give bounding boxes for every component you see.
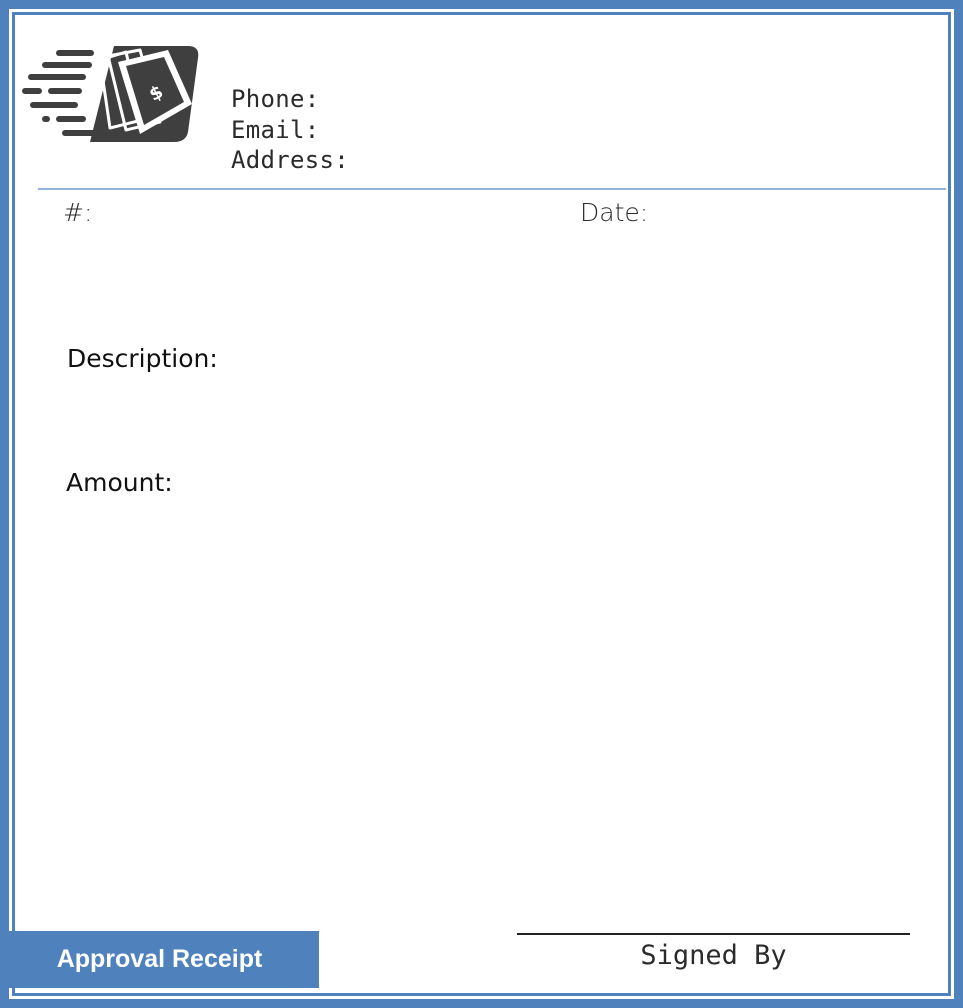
signature-line — [517, 933, 910, 935]
contact-block: Phone: Email: Address: — [231, 84, 349, 176]
receipt-number-label: #: — [63, 198, 93, 227]
approval-receipt-title: Approval Receipt — [56, 945, 263, 973]
signed-by-caption: Signed By — [640, 940, 787, 971]
receipt-page: $ Phone: Email: Address: #: Date: Descri… — [0, 0, 963, 1008]
flying-money-icon: $ — [22, 46, 199, 142]
phone-label: Phone: — [231, 85, 320, 113]
date-label: Date: — [580, 198, 649, 227]
description-label: Description: — [67, 344, 218, 373]
approval-receipt-banner: Approval Receipt — [0, 931, 319, 988]
email-label: Email: — [231, 115, 320, 144]
address-label: Address: — [231, 146, 349, 174]
inner-border — [12, 12, 951, 996]
header-divider — [38, 188, 946, 190]
amount-label: Amount: — [66, 468, 173, 497]
